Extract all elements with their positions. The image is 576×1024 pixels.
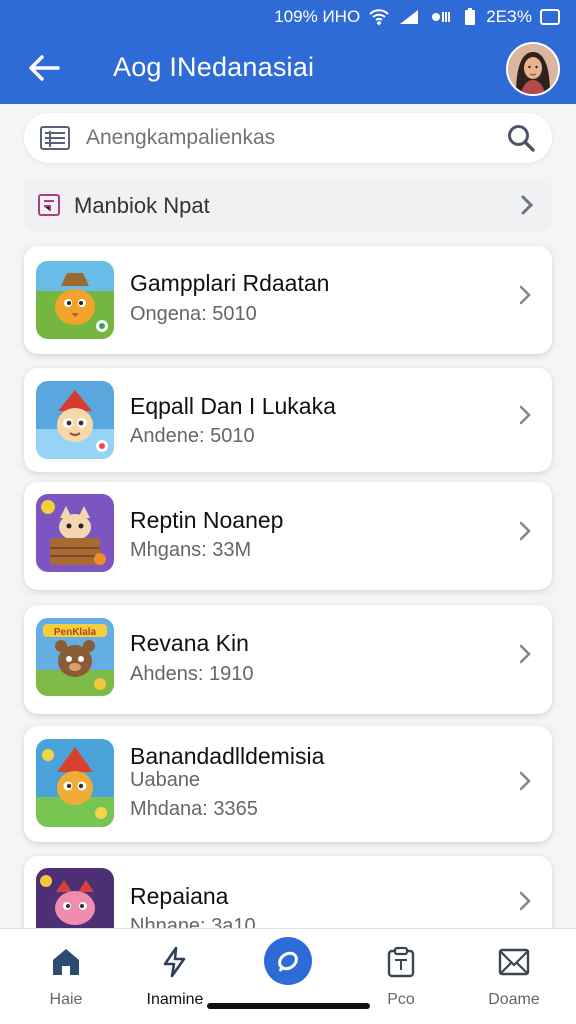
page-title: Aog INedanasiai [113,52,315,82]
search-input[interactable]: Anengkampalienkas [86,126,275,150]
app-thumbnail: PenKlala [36,618,114,696]
list-icon [40,126,70,150]
app-subtitle: Andene: 5010 [130,425,255,447]
chevron-right-icon [521,195,534,215]
app-subtitle: Ahdens: 1910 [130,663,254,685]
nav-center[interactable] [233,929,343,1024]
app-secondary-subtitle: Mhdana: 3365 [130,798,258,820]
app-card[interactable]: Reptin Noanep Mhgans: 33M [24,482,552,590]
app-bar: Aog INedanasiai [0,34,576,104]
status-bar: 109% ИНО 2ЕЗ% [0,0,576,34]
mail-icon [498,948,530,976]
chevron-right-icon [519,644,531,664]
search-icon[interactable] [506,123,536,153]
nav-label: Doame [488,991,540,1008]
category-icon [38,194,60,216]
chevron-right-icon [519,405,531,425]
nav-home[interactable]: Haie [11,929,121,1024]
app-title: Banandadlldemisia [130,743,325,769]
chevron-right-icon [519,521,531,541]
chevron-right-icon [519,891,531,911]
status-left-text: 109% ИНО [274,7,361,26]
app-title: Revana Kin [130,630,249,656]
app-subtitle: Uabane [130,769,201,791]
app-title: Eqpall Dan I Lukaka [130,393,336,419]
home-indicator[interactable] [207,1003,370,1009]
lightning-icon [163,946,186,978]
alarm-icon [432,12,451,22]
center-action-button[interactable] [264,937,312,985]
app-thumbnail [36,739,114,827]
arrow-left-icon [29,55,60,81]
category-label: Manbiok Npat [74,193,210,218]
profile-photo-icon [508,44,558,94]
nav-inamine[interactable]: Inamine [120,929,230,1024]
orange-bird-character-icon [36,261,114,339]
battery-icon [465,8,476,25]
search-bar[interactable]: Anengkampalienkas [24,113,552,163]
app-thumbnail [36,261,114,339]
nav-doame[interactable]: Doame [459,929,569,1024]
chevron-right-icon [519,771,531,791]
app-title: Reptin Noanep [130,507,284,533]
category-row[interactable]: Manbiok Npat [24,178,552,232]
avatar[interactable] [506,42,560,96]
app-thumbnail [36,494,114,572]
signal-icon [400,10,419,24]
battery-percent: 2ЕЗ% [486,7,532,26]
app-subtitle: Mhgans: 33M [130,539,252,561]
app-card[interactable]: Banandadlldemisia Uabane Mhdana: 3365 [24,726,552,842]
screen-icon [540,9,560,25]
app-card[interactable]: PenKlala Revana Kin Ahdens: 1910 [24,605,552,714]
bottom-navigation: Haie Inamine Pco Doame [0,928,576,1024]
app-card[interactable]: Gampplari Rdaatan Ongena: 5010 [24,246,552,354]
chevron-right-icon [519,285,531,305]
wifi-icon [369,9,389,26]
clipboard-icon [387,946,415,978]
brown-bear-character-icon: PenKlala [36,618,114,696]
app-title: Gampplari Rdaatan [130,270,330,296]
home-icon [53,949,79,975]
nav-label: Haie [49,991,83,1008]
app-subtitle: Ongena: 5010 [130,303,257,325]
svg-text:PenKlala: PenKlala [54,627,97,638]
gnome-character-icon [36,381,114,459]
status-indicators: 109% ИНО 2ЕЗ% [274,7,560,27]
app-title: Repaiana [130,883,229,909]
back-button[interactable] [24,50,64,86]
cat-crate-character-icon [36,494,114,572]
nav-pco[interactable]: Pco [346,929,456,1024]
app-thumbnail [36,381,114,459]
gnome-character-icon [36,739,114,827]
compass-icon [278,951,298,972]
app-card[interactable]: Eqpall Dan I Lukaka Andene: 5010 [24,368,552,472]
